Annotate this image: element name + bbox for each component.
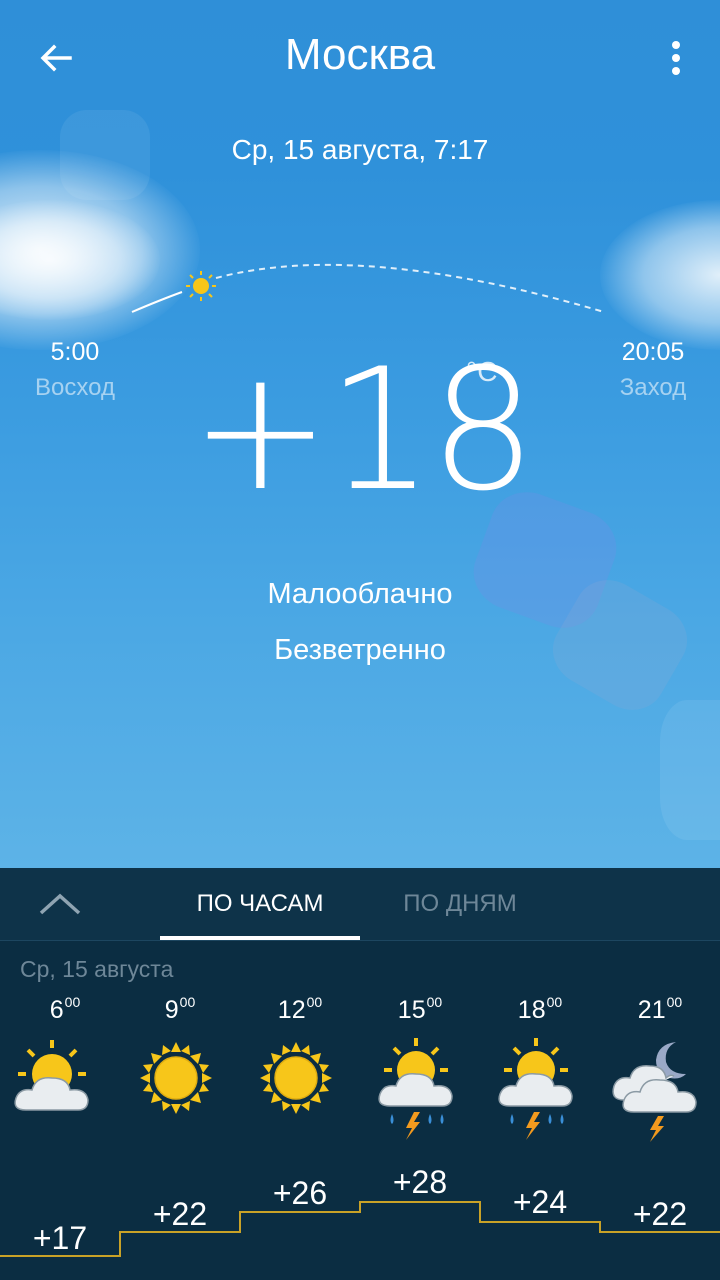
top-bar: Москва (0, 0, 720, 112)
more-vertical-icon (672, 41, 680, 75)
lens-flare (60, 110, 150, 200)
sun-path-arc (131, 263, 605, 313)
forecast-hour: 600 (49, 994, 81, 1024)
forecast-hour: 2100 (637, 994, 683, 1024)
sunset-time: 20:05 (621, 338, 685, 366)
thunderstorm-rain-icon (378, 1038, 453, 1140)
forecast-day-label: Ср, 15 августа (20, 956, 174, 982)
weather-condition: Малооблачно (267, 578, 453, 610)
forecast-hour: 900 (164, 994, 196, 1024)
sunset-label: Заход (619, 374, 687, 401)
current-datetime: Ср, 15 августа, 7:17 (231, 134, 489, 165)
forecast-hour: 1500 (397, 994, 443, 1024)
sunrise-label: Восход (35, 374, 115, 401)
sun-icon (260, 1042, 332, 1114)
lens-flare (660, 700, 720, 840)
sunrise-time: 5:00 (50, 338, 100, 366)
active-tab-indicator (160, 936, 360, 940)
hourly-temperature: +28 (392, 1164, 448, 1200)
hourly-temperature: +24 (512, 1184, 568, 1220)
tab-daily[interactable]: ПО ДНЯМ (360, 868, 560, 940)
hourly-temperature: +22 (632, 1196, 688, 1232)
hourly-temperature: +26 (272, 1175, 328, 1211)
hourly-temperature: +22 (152, 1196, 208, 1232)
forecast-panel: ПО ЧАСАМ ПО ДНЯМ Ср, 15 августа 600 900 … (0, 868, 720, 1280)
forecast-hour: 1200 (277, 994, 323, 1024)
collapse-button[interactable] (30, 882, 90, 926)
night-cloudy-thunder-icon (612, 1042, 697, 1142)
sun-icon (140, 1042, 212, 1114)
thunderstorm-rain-icon (498, 1038, 573, 1140)
forecast-hour: 1800 (517, 994, 563, 1024)
sun-position-icon (186, 271, 216, 301)
city-title: Москва (284, 30, 436, 79)
forecast-tab-bar: ПО ЧАСАМ ПО ДНЯМ (0, 868, 720, 941)
tab-hourly[interactable]: ПО ЧАСАМ (160, 868, 360, 940)
current-temperature: +18 (190, 332, 537, 528)
temperature-unit: °C (466, 356, 498, 387)
back-button[interactable] (28, 30, 84, 86)
cloud-decoration (600, 200, 720, 350)
hourly-temperature: +17 (32, 1220, 88, 1256)
partly-cloudy-icon (14, 1040, 89, 1111)
wind-condition: Безветренно (274, 634, 446, 666)
arrow-left-icon (40, 44, 72, 72)
overflow-menu-button[interactable] (652, 30, 700, 86)
chevron-up-icon (39, 893, 81, 915)
